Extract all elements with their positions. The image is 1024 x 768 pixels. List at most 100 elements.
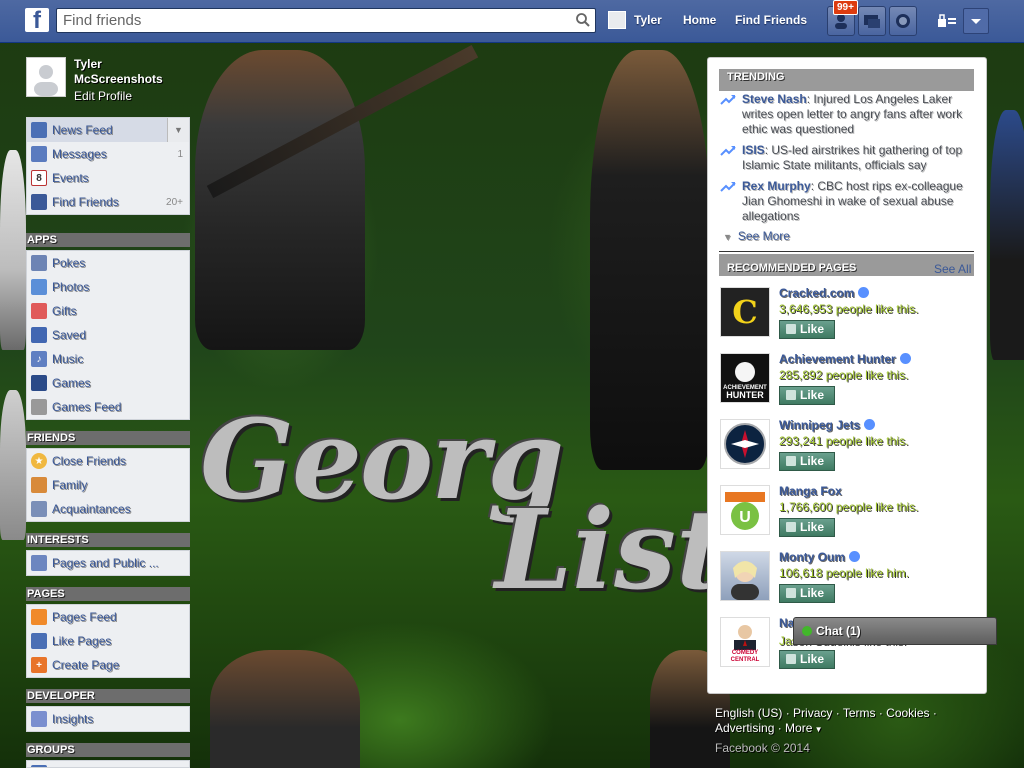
profile-name-line[interactable]: Tyler bbox=[74, 57, 163, 72]
like-button[interactable]: Like bbox=[779, 386, 835, 405]
page-thumbnail[interactable] bbox=[720, 419, 770, 469]
page-name[interactable]: Achievement Hunter bbox=[779, 352, 911, 366]
page-name[interactable]: Winnipeg Jets bbox=[779, 418, 876, 432]
search-input[interactable] bbox=[57, 9, 557, 32]
section-header-apps[interactable]: APPS bbox=[26, 233, 190, 247]
band-member-image bbox=[210, 650, 360, 768]
section-header-groups[interactable]: GROUPS bbox=[26, 743, 190, 757]
footer-link-privacy[interactable]: Privacy bbox=[793, 706, 832, 720]
like-button[interactable]: Like bbox=[779, 584, 835, 603]
trending-item[interactable]: ISIS: US-led airstrikes hit gathering of… bbox=[720, 143, 976, 173]
like-button[interactable]: Like bbox=[779, 650, 835, 669]
footer-link-advertising[interactable]: Advertising bbox=[715, 721, 774, 735]
rss-icon bbox=[31, 555, 47, 571]
footer-link-more[interactable]: More bbox=[785, 721, 812, 735]
sidebar-item-photos[interactable]: Photos bbox=[27, 275, 189, 299]
page-thumbnail[interactable]: ACHIEVEMENT HUNTER bbox=[720, 353, 770, 403]
chevron-down-icon[interactable]: ▼ bbox=[167, 118, 189, 142]
profile-name[interactable]: Tyler McScreenshots bbox=[74, 57, 163, 87]
sidebar-item-family[interactable]: Family bbox=[27, 473, 189, 497]
trending-item[interactable]: Steve Nash: Injured Los Angeles Laker wr… bbox=[720, 92, 976, 137]
sidebar-item-create-page[interactable]: + Create Page bbox=[27, 653, 189, 677]
sidebar-item-label: Messages bbox=[52, 147, 107, 161]
recommended-page-item: Winnipeg Jets 293,241 people like this. … bbox=[720, 418, 980, 479]
sidebar-item-events[interactable]: 8 Events bbox=[27, 166, 189, 190]
page-name[interactable]: Cracked.com bbox=[779, 286, 870, 300]
footer-link-terms[interactable]: Terms bbox=[843, 706, 876, 720]
trending-topic[interactable]: Rex Murphy bbox=[742, 179, 811, 193]
sidebar-item-find-friends[interactable]: Find Friends 20+ bbox=[27, 190, 189, 214]
page-thumbnail[interactable] bbox=[720, 551, 770, 601]
find-friends-link[interactable]: Find Friends bbox=[735, 13, 807, 27]
family-icon bbox=[31, 477, 47, 493]
like-button[interactable]: Like bbox=[779, 452, 835, 471]
footer-link-cookies[interactable]: Cookies bbox=[886, 706, 929, 720]
interests-nav: Pages and Public ... bbox=[26, 550, 190, 576]
like-button[interactable]: Like bbox=[779, 518, 835, 537]
trending-item[interactable]: Rex Murphy: CBC host rips ex-colleague J… bbox=[720, 179, 976, 224]
page-thumbnail[interactable]: U bbox=[720, 485, 770, 535]
band-member-image bbox=[590, 50, 710, 470]
sidebar-item-close-friends[interactable]: ★ Close Friends bbox=[27, 449, 189, 473]
section-header-pages[interactable]: PAGES bbox=[26, 587, 190, 601]
facebook-logo-icon[interactable]: f bbox=[25, 8, 49, 34]
avatar[interactable] bbox=[608, 11, 626, 29]
like-button[interactable]: Like bbox=[779, 320, 835, 339]
sidebar-item-label: Pages Feed bbox=[52, 610, 117, 624]
like-button-label: Like bbox=[800, 652, 825, 666]
home-link[interactable]: Home bbox=[683, 13, 716, 27]
sidebar-item-games-feed[interactable]: Games Feed bbox=[27, 395, 189, 419]
section-header-developer[interactable]: DEVELOPER bbox=[26, 689, 190, 703]
sidebar-item-gifts[interactable]: Gifts bbox=[27, 299, 189, 323]
winnipeg-jets-logo-icon bbox=[724, 423, 766, 465]
sidebar-item-like-pages[interactable]: Like Pages bbox=[27, 629, 189, 653]
thumbs-up-icon bbox=[786, 390, 796, 400]
page-name-label[interactable]: Monty Oum bbox=[779, 550, 845, 564]
sidebar-item-group[interactable] bbox=[27, 761, 189, 767]
account-settings-button[interactable] bbox=[963, 8, 989, 34]
section-header-interests[interactable]: INTERESTS bbox=[26, 533, 190, 547]
page-thumbnail[interactable]: COMEDY CENTRAL bbox=[720, 617, 770, 667]
profile-name-line[interactable]: McScreenshots bbox=[74, 72, 163, 87]
sidebar-item-games[interactable]: Games bbox=[27, 371, 189, 395]
sidebar-item-insights[interactable]: Insights bbox=[27, 707, 189, 731]
recommended-page-item: U Manga Fox 1,766,600 people like this. … bbox=[720, 484, 980, 545]
page-name-label[interactable]: Achievement Hunter bbox=[779, 352, 896, 366]
page-name-label[interactable]: Cracked.com bbox=[779, 286, 854, 300]
see-more-link[interactable]: ▼ See More bbox=[723, 229, 790, 243]
sidebar-item-label: Music bbox=[52, 352, 84, 366]
search-icon[interactable] bbox=[575, 12, 591, 28]
sidebar-item-messages[interactable]: Messages 1 bbox=[27, 142, 189, 166]
sidebar-item-music[interactable]: ♪ Music bbox=[27, 347, 189, 371]
copyright: Facebook © 2014 bbox=[715, 741, 810, 755]
sidebar-item-pokes[interactable]: Pokes bbox=[27, 251, 189, 275]
privacy-shortcuts-icon[interactable] bbox=[936, 12, 958, 30]
footer-link-language[interactable]: English (US) bbox=[715, 706, 782, 720]
sidebar-item-saved[interactable]: Saved bbox=[27, 323, 189, 347]
sidebar-item-news-feed[interactable]: News Feed ▼ bbox=[27, 118, 189, 142]
sidebar-item-label: Gifts bbox=[52, 304, 77, 318]
section-header-friends[interactable]: FRIENDS bbox=[26, 431, 190, 445]
chat-tab[interactable]: Chat (1) bbox=[793, 617, 997, 645]
see-all-link[interactable]: See All bbox=[934, 262, 971, 276]
sidebar-item-pages-and-public[interactable]: Pages and Public ... bbox=[27, 551, 189, 575]
messages-jewel-icon[interactable] bbox=[858, 6, 886, 36]
band-member-image bbox=[990, 110, 1024, 360]
see-more-label[interactable]: See More bbox=[738, 229, 790, 243]
page-thumbnail[interactable]: C bbox=[720, 287, 770, 337]
page-name-label[interactable]: Manga Fox bbox=[779, 484, 842, 498]
notifications-globe-icon[interactable] bbox=[889, 6, 917, 36]
favorites-nav: News Feed ▼ Messages 1 8 Events Find Fri… bbox=[26, 117, 190, 215]
trending-topic[interactable]: Steve Nash bbox=[742, 92, 807, 106]
messages-icon bbox=[31, 146, 47, 162]
trending-list: Steve Nash: Injured Los Angeles Laker wr… bbox=[720, 92, 976, 230]
page-name-label[interactable]: Winnipeg Jets bbox=[779, 418, 860, 432]
sidebar-item-acquaintances[interactable]: Acquaintances bbox=[27, 497, 189, 521]
page-name[interactable]: Manga Fox bbox=[779, 484, 842, 498]
profile-link[interactable]: Tyler bbox=[634, 13, 662, 27]
page-name[interactable]: Monty Oum bbox=[779, 550, 860, 564]
trending-topic[interactable]: ISIS bbox=[742, 143, 765, 157]
avatar[interactable] bbox=[26, 57, 66, 97]
edit-profile-link[interactable]: Edit Profile bbox=[74, 89, 132, 103]
sidebar-item-pages-feed[interactable]: Pages Feed bbox=[27, 605, 189, 629]
